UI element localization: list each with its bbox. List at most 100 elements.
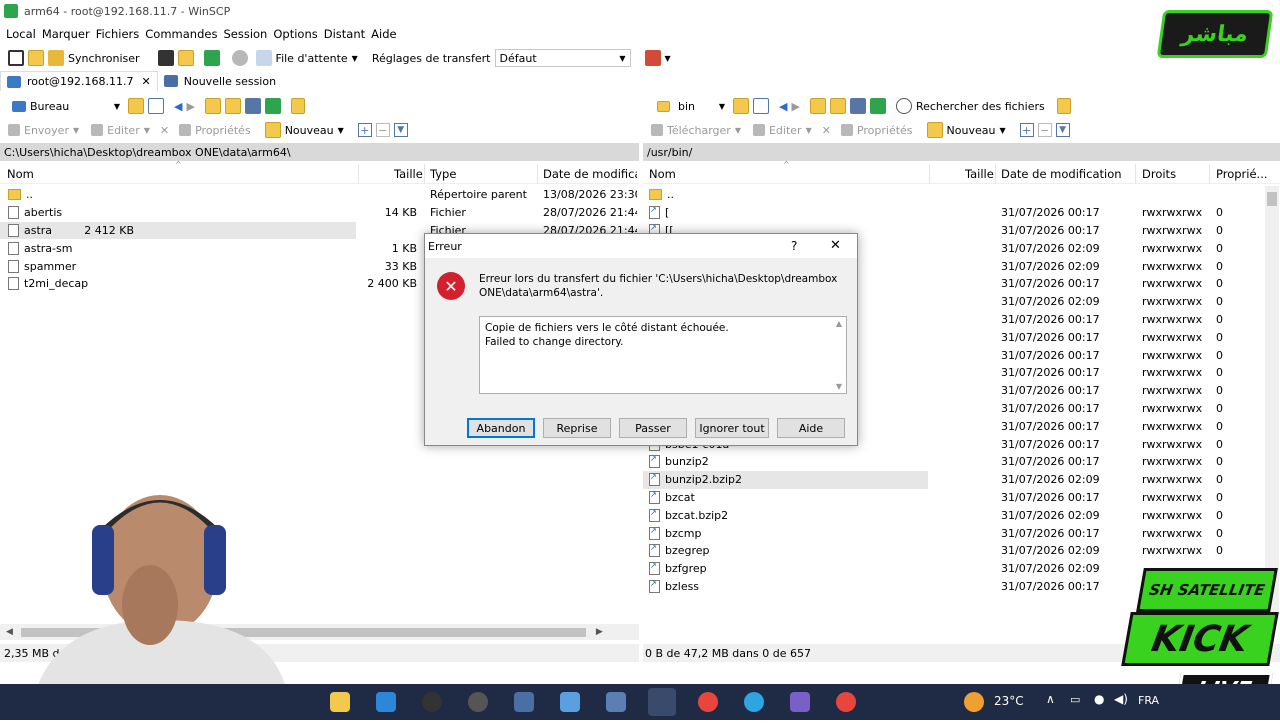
parent-dir-icon[interactable] [809,98,826,114]
tree-icon[interactable] [1056,98,1071,114]
minus-icon[interactable]: − [1037,123,1052,137]
menu-remote[interactable]: Distant [324,27,365,41]
refresh-icon[interactable] [869,98,886,114]
edit-button[interactable]: Editer [107,124,140,137]
edit-icon[interactable] [91,124,104,136]
back-arrow-icon[interactable]: ◀ [174,100,182,113]
menu-session[interactable]: Session [223,27,267,41]
close-icon[interactable]: ✕ [142,75,151,88]
new-folder-icon[interactable] [264,122,281,138]
table-row[interactable]: .. [643,186,1263,204]
col-type[interactable]: Type [430,167,456,181]
table-row[interactable]: bzcmp 31/07/2026 00:17 rwxrwxrwx 0 [643,524,1263,542]
filter-icon[interactable] [148,98,164,114]
table-row[interactable]: [31/07/2026 00:17 rwxrwxrwx 0 [643,204,1263,222]
scroll-right-icon[interactable]: ▶ [596,627,603,637]
edit-button[interactable]: Editer [769,124,802,137]
properties-button[interactable]: Propriétés [857,124,913,137]
home-icon[interactable] [244,98,261,114]
scroll-up-icon[interactable]: ▲ [836,319,842,328]
help-button[interactable]: Aide [777,418,845,438]
properties-icon[interactable] [179,124,192,136]
chrome2-icon[interactable] [836,692,856,712]
table-row[interactable]: .. Répertoire parent 13/08/2026 23:30:1 [0,186,639,204]
forward-arrow-icon[interactable]: ▶ [186,100,194,113]
browse-icon[interactable] [28,50,44,66]
properties-icon[interactable] [840,124,853,136]
menu-files[interactable]: Fichiers [96,27,140,41]
menu-local[interactable]: Local [6,27,36,41]
forward-arrow-icon[interactable]: ▶ [791,100,799,113]
synchronize-button[interactable]: Synchroniser [68,52,140,65]
table-row[interactable]: bzegrep 31/07/2026 02:09 rwxrwxrwx 0 [643,542,1263,560]
plus-icon[interactable]: + [357,123,372,137]
filter-select-icon[interactable]: ▼ [393,123,408,137]
abort-button[interactable]: Abandon [467,418,535,438]
queue-button[interactable]: File d'attente [276,52,348,65]
download-icon[interactable] [651,124,663,136]
gear-icon[interactable] [231,50,248,66]
recorder-icon[interactable] [468,692,488,712]
winscp-taskbar-icon[interactable] [648,688,676,716]
filter-icon[interactable] [753,98,769,114]
help-icon[interactable]: ? [791,239,797,253]
right-path-bar[interactable]: /usr/bin/ [643,143,1280,161]
root-dir-icon[interactable] [224,98,241,114]
menu-help[interactable]: Aide [371,27,396,41]
left-location-select[interactable]: Bureau ▼ [8,97,124,115]
col-date[interactable]: Date de modificatio [543,167,637,181]
search-icon[interactable] [895,98,912,114]
putty-icon[interactable] [203,50,220,66]
new-button[interactable]: Nouveau [947,124,996,137]
close-icon[interactable]: ✕ [830,238,841,253]
download-button[interactable]: Télécharger [667,124,731,137]
telegram-icon[interactable] [744,692,764,712]
table-row[interactable]: astra2 412 KBFichier28/07/2026 21:44:5 [0,221,637,240]
properties-button[interactable]: Propriétés [195,124,251,137]
chevron-down-icon[interactable]: ▼ [144,126,150,135]
store-icon[interactable] [376,692,396,712]
menu-mark[interactable]: Marquer [42,27,90,41]
chevron-down-icon[interactable]: ▼ [73,126,79,135]
sync-icon[interactable] [48,50,64,66]
chevron-down-icon[interactable]: ▼ [352,54,358,63]
chevron-down-icon[interactable]: ▼ [735,126,741,135]
new-folder-icon[interactable] [926,122,943,138]
transfer-settings-select[interactable]: Défaut ▼ [494,49,631,67]
minus-icon[interactable]: − [375,123,390,137]
chevron-down-icon[interactable]: ▼ [806,126,812,135]
parent-dir-icon[interactable] [204,98,221,114]
chevron-up-icon[interactable]: ∧ [1046,692,1055,706]
tree-icon[interactable] [290,98,305,114]
app-icon[interactable] [514,692,534,712]
table-row[interactable]: bunzip2 31/07/2026 00:17 rwxrwxrwx 0 [643,453,1263,471]
volume-icon[interactable]: ◀) [1114,692,1128,706]
color-icon[interactable] [644,50,661,66]
right-vscrollbar[interactable] [1265,186,1279,622]
col-size[interactable]: Taille [965,167,994,181]
console-icon[interactable] [157,50,174,66]
menu-commands[interactable]: Commandes [145,27,217,41]
queue-icon[interactable] [255,50,272,66]
delete-icon[interactable]: ✕ [160,124,169,137]
chrome-icon[interactable] [698,692,718,712]
language-indicator[interactable]: FRA [1138,694,1159,707]
open-folder-icon[interactable] [733,98,749,114]
table-row[interactable]: bzcat.bzip2 31/07/2026 02:09 rwxrwxrwx 0 [643,506,1263,524]
table-row[interactable]: bunzip2.bzip2 31/07/2026 02:09 rwxrwxrwx 0 [643,470,1223,489]
col-name[interactable]: Nom [7,167,34,181]
transfer-icon[interactable] [177,50,194,66]
root-dir-icon[interactable] [829,98,846,114]
filter-select-icon[interactable]: ▼ [1055,123,1070,137]
new-button[interactable]: Nouveau [285,124,334,137]
compare-icon[interactable] [8,50,24,66]
retry-button[interactable]: Reprise [543,418,611,438]
right-location-select[interactable]: bin ▼ [653,97,729,115]
chevron-down-icon[interactable]: ▼ [338,126,344,135]
delete-icon[interactable]: ✕ [822,124,831,137]
table-row[interactable]: abertis 14 KB Fichier 28/07/2026 21:44:5 [0,204,639,222]
table-row[interactable]: bzcat 31/07/2026 00:17 rwxrwxrwx 0 [643,489,1263,507]
col-owner[interactable]: Proprié... [1216,167,1268,181]
open-folder-icon[interactable] [128,98,144,114]
tab-new-session[interactable]: Nouvelle session [158,71,282,91]
